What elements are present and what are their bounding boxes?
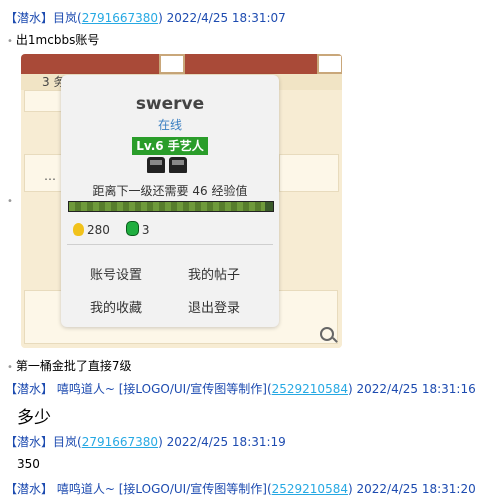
message-header: 【潜水】目岚(2791667380) 2022/4/25 18:31:19 <box>5 435 286 449</box>
qq-number-link[interactable]: 2791667380 <box>82 11 158 25</box>
coin-icon <box>73 223 84 236</box>
menu-account-settings[interactable]: 账号设置 <box>90 264 142 283</box>
image-bullet: • <box>7 196 13 207</box>
sender-name[interactable]: 嘻鸣道人~ [接LOGO/UI/宣传图等制作] <box>57 482 267 496</box>
medal-row <box>147 157 191 176</box>
sender-name[interactable]: 目岚 <box>53 435 77 449</box>
sender-name[interactable]: 嘻鸣道人~ [接LOGO/UI/宣传图等制作] <box>57 382 267 396</box>
panel-cell <box>279 154 339 192</box>
message-header: 【潜水】目岚(2791667380) 2022/4/25 18:31:07 <box>5 11 286 25</box>
message-text: • 第一桶金批了直接7级 <box>7 359 132 373</box>
currency-row: 280 3 <box>73 221 150 237</box>
level-badge: Lv.6 手艺人 <box>132 137 208 155</box>
user-popup-card: swerve 在线 Lv.6 手艺人 距离下一级还需要 46 经验值 280 3 … <box>61 75 279 327</box>
gem-icon <box>125 221 139 236</box>
gem-count: 3 <box>141 223 150 237</box>
message-header: 【潜水】 嘻鸣道人~ [接LOGO/UI/宣传图等制作](2529210584)… <box>5 482 476 496</box>
pixel-tile <box>317 54 342 74</box>
coin-count: 280 <box>87 223 110 237</box>
menu-logout[interactable]: 退出登录 <box>188 297 240 316</box>
timestamp: 2022/4/25 18:31:07 <box>166 11 286 25</box>
username: swerve <box>135 94 205 114</box>
minecart-icon <box>169 157 187 173</box>
minecart-icon <box>147 157 165 173</box>
qq-number-link[interactable]: 2529210584 <box>272 382 348 396</box>
message-text: 350 <box>17 457 40 471</box>
message-text: 多少 <box>17 408 51 428</box>
timestamp: 2022/4/25 18:31:20 <box>356 482 476 496</box>
qq-number-link[interactable]: 2791667380 <box>82 435 158 449</box>
message-header: 【潜水】 嘻鸣道人~ [接LOGO/UI/宣传图等制作](2529210584)… <box>5 382 476 396</box>
xp-progress-fill <box>69 202 265 211</box>
zoom-in-icon[interactable] <box>320 327 334 341</box>
image-ellipsis: … <box>44 169 56 183</box>
divider <box>67 244 273 245</box>
timestamp: 2022/4/25 18:31:16 <box>356 382 476 396</box>
qq-number-link[interactable]: 2529210584 <box>272 482 348 496</box>
online-status: 在线 <box>157 118 182 132</box>
menu-my-posts[interactable]: 我的帖子 <box>188 264 240 283</box>
group-tag: 【潜水】 <box>5 11 54 25</box>
xp-needed-text: 距离下一级还需要 46 经验值 <box>92 184 248 198</box>
timestamp: 2022/4/25 18:31:19 <box>166 435 286 449</box>
sender-name[interactable]: 目岚 <box>53 11 77 25</box>
message-text: • 出1mcbbs账号 <box>7 33 100 47</box>
pixel-tile <box>159 54 185 74</box>
menu-my-favorites[interactable]: 我的收藏 <box>90 297 142 316</box>
xp-progress-bar <box>68 201 274 212</box>
